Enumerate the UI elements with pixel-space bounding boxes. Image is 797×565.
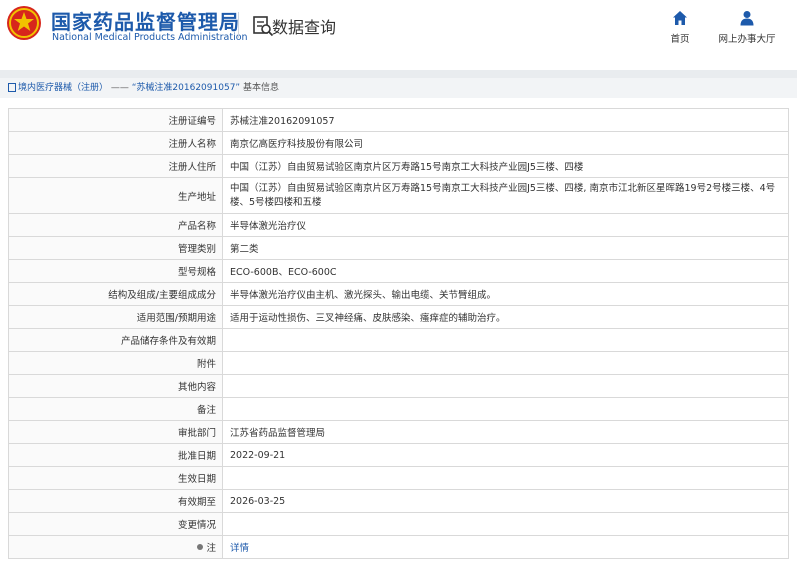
field-label: 有效期至 [8,489,223,513]
breadcrumb-current: 基本信息 [242,83,279,93]
nav-online-hall[interactable]: 网上办事大厅 [712,10,782,45]
field-value [222,466,789,490]
table-row: 适用范围/预期用途 适用于运动性损伤、三叉神经痛、皮肤感染、瘙痒症的辅助治疗。 [8,305,789,329]
field-label: 生产地址 [8,177,223,214]
field-value: 中国（江苏）自由贸易试验区南京片区万寿路15号南京工大科技产业园J5三楼、四楼,… [222,177,789,214]
home-icon [673,11,687,25]
note-label: 注 [206,543,216,554]
breadcrumb-record-link[interactable]: “苏械注准20162091057” [132,83,240,93]
bullet-icon [197,544,204,550]
field-label: 适用范围/预期用途 [8,305,223,329]
registration-detail-table: 注册证编号 苏械注准20162091057 注册人名称 南京亿高医疗科技股份有限公司… [8,108,789,559]
header-separator [238,12,239,38]
breadcrumb: 境内医疗器械（注册） —— “苏械注准20162091057” 基本信息 [0,78,797,98]
field-value: 中国（江苏）自由贸易试验区南京片区万寿路15号南京工大科技产业园J5三楼、四楼 [222,154,789,178]
field-value: 2022-09-21 [222,443,789,467]
field-label: 附件 [8,351,223,375]
table-row: 附件 [8,351,789,375]
table-row: 批准日期 2022-09-21 [8,443,789,467]
table-row: 其他内容 [8,374,789,398]
field-label: 其他内容 [8,374,223,398]
field-value: 江苏省药品监督管理局 [222,420,789,444]
org-name-en: National Medical Products Administration [52,32,248,43]
field-value: 半导体激光治疗仪由主机、激光探头、输出电缆、关节臂组成。 [222,282,789,306]
org-name-cn: 国家药品监督管理局 [51,10,240,34]
field-label: 生效日期 [8,466,223,490]
field-label: 注册人名称 [8,131,223,155]
table-row: 注册证编号 苏械注准20162091057 [8,108,789,132]
field-value: 2026-03-25 [222,489,789,513]
field-label: 批准日期 [8,443,223,467]
field-label-note: 注 [8,535,223,559]
field-value [222,328,789,352]
nav-home-label: 首页 [670,34,690,45]
table-row: 产品储存条件及有效期 [8,328,789,352]
field-value: 适用于运动性损伤、三叉神经痛、皮肤感染、瘙痒症的辅助治疗。 [222,305,789,329]
field-value [222,512,789,536]
field-value [222,374,789,398]
breadcrumb-category-link[interactable]: 境内医疗器械（注册） [18,83,108,93]
table-row: 备注 [8,397,789,421]
field-value: 南京亿高医疗科技股份有限公司 [222,131,789,155]
breadcrumb-separator: —— [110,83,129,93]
field-value [222,397,789,421]
field-label: 备注 [8,397,223,421]
table-row: 审批部门 江苏省药品监督管理局 [8,420,789,444]
field-label: 变更情况 [8,512,223,536]
table-row: 型号规格 ECO-600B、ECO-600C [8,259,789,283]
table-row: 结构及组成/主要组成成分 半导体激光治疗仪由主机、激光探头、输出电缆、关节臂组成。 [8,282,789,306]
site-header: 国家药品监督管理局 National Medical Products Admi… [0,0,797,52]
field-value: 第二类 [222,236,789,260]
nav-home[interactable]: 首页 [665,10,695,45]
field-label: 结构及组成/主要组成成分 [8,282,223,306]
table-row: 生产地址 中国（江苏）自由贸易试验区南京片区万寿路15号南京工大科技产业园J5三楼… [8,177,789,214]
table-row: 变更情况 [8,512,789,536]
table-row: 有效期至 2026-03-25 [8,489,789,513]
field-label: 产品名称 [8,213,223,237]
table-row: 注册人住所 中国（江苏）自由贸易试验区南京片区万寿路15号南京工大科技产业园J5三… [8,154,789,178]
table-row: 产品名称 半导体激光治疗仪 [8,213,789,237]
detail-link[interactable]: 详情 [230,543,249,554]
data-query-icon [253,16,274,37]
field-label: 产品储存条件及有效期 [8,328,223,352]
field-label: 型号规格 [8,259,223,283]
table-row: 注 详情 [8,535,789,559]
field-value: 苏械注准20162091057 [222,108,789,132]
system-title: 数据查询 [272,18,337,37]
field-label: 注册人住所 [8,154,223,178]
nav-online-hall-label: 网上办事大厅 [718,34,776,45]
field-label: 注册证编号 [8,108,223,132]
field-value: 详情 [222,535,789,559]
field-value: ECO-600B、ECO-600C [222,259,789,283]
national-emblem-icon [7,6,41,40]
table-row: 注册人名称 南京亿高医疗科技股份有限公司 [8,131,789,155]
field-label: 审批部门 [8,420,223,444]
table-row: 管理类别 第二类 [8,236,789,260]
person-icon [740,11,754,26]
field-value [222,351,789,375]
table-row: 生效日期 [8,466,789,490]
document-icon [8,83,16,92]
field-label: 管理类别 [8,236,223,260]
header-divider [0,70,797,78]
field-value: 半导体激光治疗仪 [222,213,789,237]
